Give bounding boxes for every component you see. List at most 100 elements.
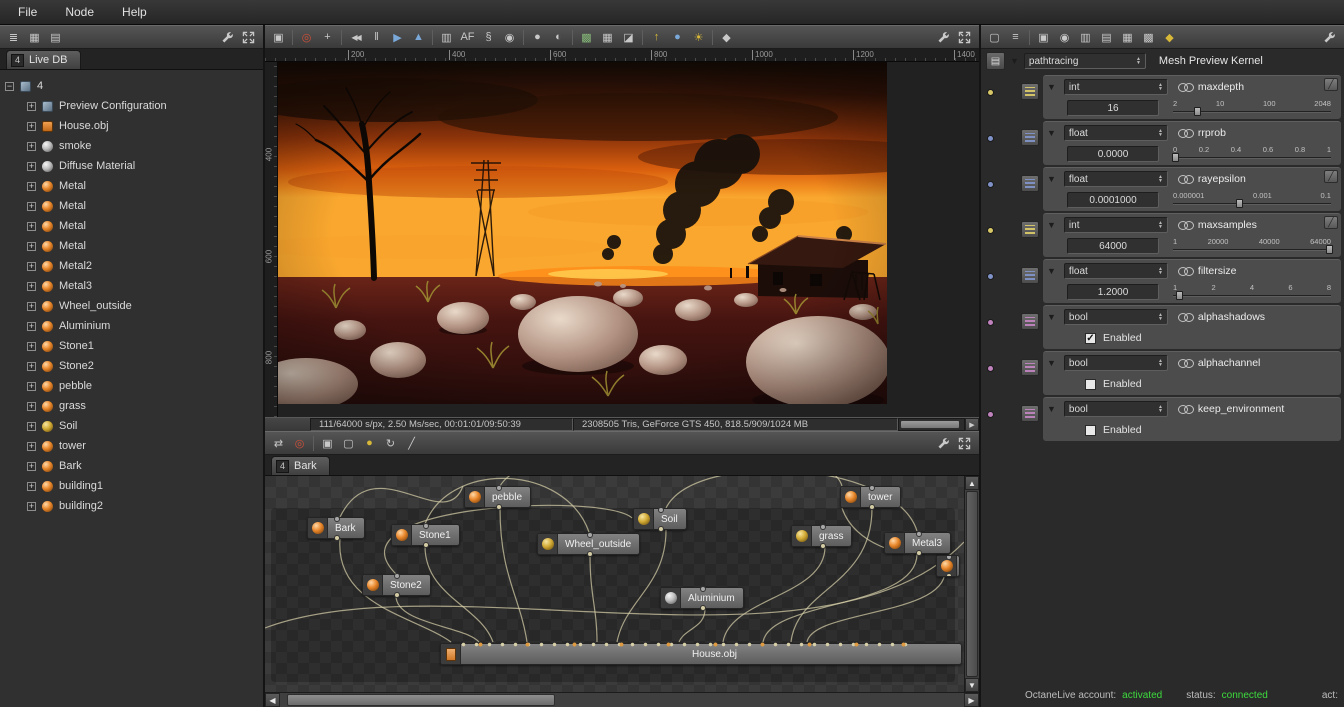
param-slider[interactable]: 0 0.2 0.4 0.6 0.8 1: [1171, 145, 1331, 163]
subsample-icon[interactable]: ◪: [618, 28, 639, 47]
tree-item[interactable]: + building1: [5, 476, 263, 496]
tree-item[interactable]: + grass: [5, 396, 263, 416]
expand-icon[interactable]: +: [27, 161, 36, 171]
param-slider[interactable]: 2 10 100 2048: [1173, 99, 1331, 117]
expand-panel-icon[interactable]: [957, 30, 972, 45]
collapse-arrow-icon[interactable]: ▼: [1047, 174, 1056, 184]
expand-icon[interactable]: +: [27, 441, 36, 451]
tab-live-db[interactable]: 4 Live DB: [6, 50, 81, 69]
render-canvas[interactable]: [278, 62, 979, 417]
resume-render-icon[interactable]: ▶: [387, 28, 408, 47]
enabled-checkbox[interactable]: ✓: [1085, 332, 1096, 344]
param-type-dropdown[interactable]: int ▲ ▼: [1063, 79, 1168, 95]
expand-icon[interactable]: +: [27, 241, 36, 251]
tree-item[interactable]: + Metal2: [5, 256, 263, 276]
param-value-input[interactable]: 64000: [1067, 238, 1159, 254]
expand-icon[interactable]: +: [27, 421, 36, 431]
graph-node-metal3[interactable]: Metal3: [884, 531, 952, 556]
sync-tree-icon[interactable]: ≣: [3, 28, 24, 47]
tone-map-icon[interactable]: ◐: [548, 28, 569, 47]
graph-node-house-obj[interactable]: House.obj: [440, 642, 962, 665]
presets-icon[interactable]: ▤: [1096, 28, 1117, 47]
expand-icon[interactable]: +: [27, 381, 36, 391]
node-list-icon[interactable]: ≡: [1005, 28, 1026, 47]
expand-icon[interactable]: +: [27, 501, 36, 511]
tree-item[interactable]: + Bark: [5, 456, 263, 476]
scrollbar-thumb[interactable]: [900, 420, 960, 429]
node-graph-canvas[interactable]: pebble tower Soil Bark Stone1 Wheel_outs…: [265, 476, 979, 692]
expand-icon[interactable]: +: [27, 301, 36, 311]
param-type-icon[interactable]: [1021, 83, 1039, 100]
wrench-icon[interactable]: [936, 436, 951, 451]
auto-focus-icon[interactable]: AF: [457, 28, 478, 47]
kernel-type-dropdown[interactable]: pathtracing ▲ ▼: [1023, 53, 1146, 69]
enabled-checkbox[interactable]: [1085, 424, 1096, 436]
save-render-icon[interactable]: ▣: [268, 28, 289, 47]
expand-icon[interactable]: +: [27, 321, 36, 331]
graph-node-bark[interactable]: Bark: [307, 516, 365, 541]
scrollbar-thumb[interactable]: [966, 491, 978, 677]
curve-toggle-icon[interactable]: ╱: [1324, 216, 1338, 229]
daylight-icon[interactable]: ☀: [688, 28, 709, 47]
graph-node-grass[interactable]: grass: [791, 524, 853, 549]
graph-node-partial[interactable]: [936, 555, 960, 577]
tree-root[interactable]: − 4: [5, 76, 263, 96]
tree-item[interactable]: + Soil: [5, 416, 263, 436]
param-type-dropdown[interactable]: float ▲ ▼: [1063, 125, 1168, 141]
menu-file[interactable]: File: [4, 1, 51, 23]
texture-image-icon[interactable]: ▦: [1117, 28, 1138, 47]
scrollbar-thumb[interactable]: [287, 694, 555, 706]
expand-icon[interactable]: +: [27, 201, 36, 211]
wrench-icon[interactable]: [220, 30, 235, 45]
pause-render-icon[interactable]: ‖: [366, 28, 387, 47]
expand-icon[interactable]: +: [27, 461, 36, 471]
tree-item[interactable]: + pebble: [5, 376, 263, 396]
material-preview-icon[interactable]: ◆: [716, 28, 737, 47]
slider-thumb[interactable]: [1236, 199, 1244, 208]
tree-item[interactable]: + Metal: [5, 236, 263, 256]
group-nodes-icon[interactable]: ▣: [317, 434, 338, 453]
add-node-icon[interactable]: ▢: [338, 434, 359, 453]
slider-thumb[interactable]: [1171, 153, 1179, 162]
graph-node-tower[interactable]: tower: [840, 485, 902, 510]
background-checker-icon[interactable]: ▦: [597, 28, 618, 47]
lock-exposure-icon[interactable]: ●: [527, 28, 548, 47]
param-type-dropdown[interactable]: int ▲ ▼: [1063, 217, 1168, 233]
curve-toggle-icon[interactable]: ╱: [1324, 78, 1338, 91]
expand-icon[interactable]: +: [27, 141, 36, 151]
slider-thumb[interactable]: [1193, 107, 1201, 116]
param-type-dropdown[interactable]: bool ▲ ▼: [1063, 309, 1168, 325]
alpha-checker-icon[interactable]: ▩: [576, 28, 597, 47]
wrench-icon[interactable]: [936, 30, 951, 45]
expand-icon[interactable]: +: [27, 181, 36, 191]
copy-node-icon[interactable]: ▢: [984, 28, 1005, 47]
clay-mode-icon[interactable]: ▥: [436, 28, 457, 47]
tree-item[interactable]: + Metal: [5, 176, 263, 196]
collapse-arrow-icon[interactable]: ▼: [1047, 312, 1056, 322]
param-value-input[interactable]: 0.0001000: [1067, 192, 1159, 208]
tree-item[interactable]: + Stone1: [5, 336, 263, 356]
pan-view-icon[interactable]: ⇄: [268, 434, 289, 453]
scroll-up-icon[interactable]: ▲: [965, 476, 979, 490]
expand-icon[interactable]: +: [27, 401, 36, 411]
graph-node-stone1[interactable]: Stone1: [391, 523, 460, 548]
param-type-dropdown[interactable]: float ▲ ▼: [1063, 171, 1168, 187]
tree-item[interactable]: + Preview Configuration: [5, 96, 263, 116]
param-type-icon[interactable]: [1021, 313, 1039, 330]
tree-item[interactable]: + Aluminium: [5, 316, 263, 336]
tree-item[interactable]: + smoke: [5, 136, 263, 156]
param-type-icon[interactable]: [1021, 221, 1039, 238]
param-type-icon[interactable]: [1021, 129, 1039, 146]
upload-livedb-icon[interactable]: ↑: [646, 28, 667, 47]
collapse-arrow-icon[interactable]: ▼: [1047, 404, 1056, 414]
white-balance-picker-icon[interactable]: ◎: [296, 28, 317, 47]
refresh-graph-icon[interactable]: ↻: [380, 434, 401, 453]
param-value-input[interactable]: 1.2000: [1067, 284, 1159, 300]
param-value-input[interactable]: 16: [1067, 100, 1159, 116]
node-graph-icon[interactable]: ▤: [986, 52, 1005, 70]
save-scene-as-icon[interactable]: ▤: [45, 28, 66, 47]
camera-settings-icon[interactable]: ◉: [499, 28, 520, 47]
menu-help[interactable]: Help: [108, 1, 161, 23]
tree-item[interactable]: + Diffuse Material: [5, 156, 263, 176]
slider-thumb[interactable]: [1176, 291, 1184, 300]
